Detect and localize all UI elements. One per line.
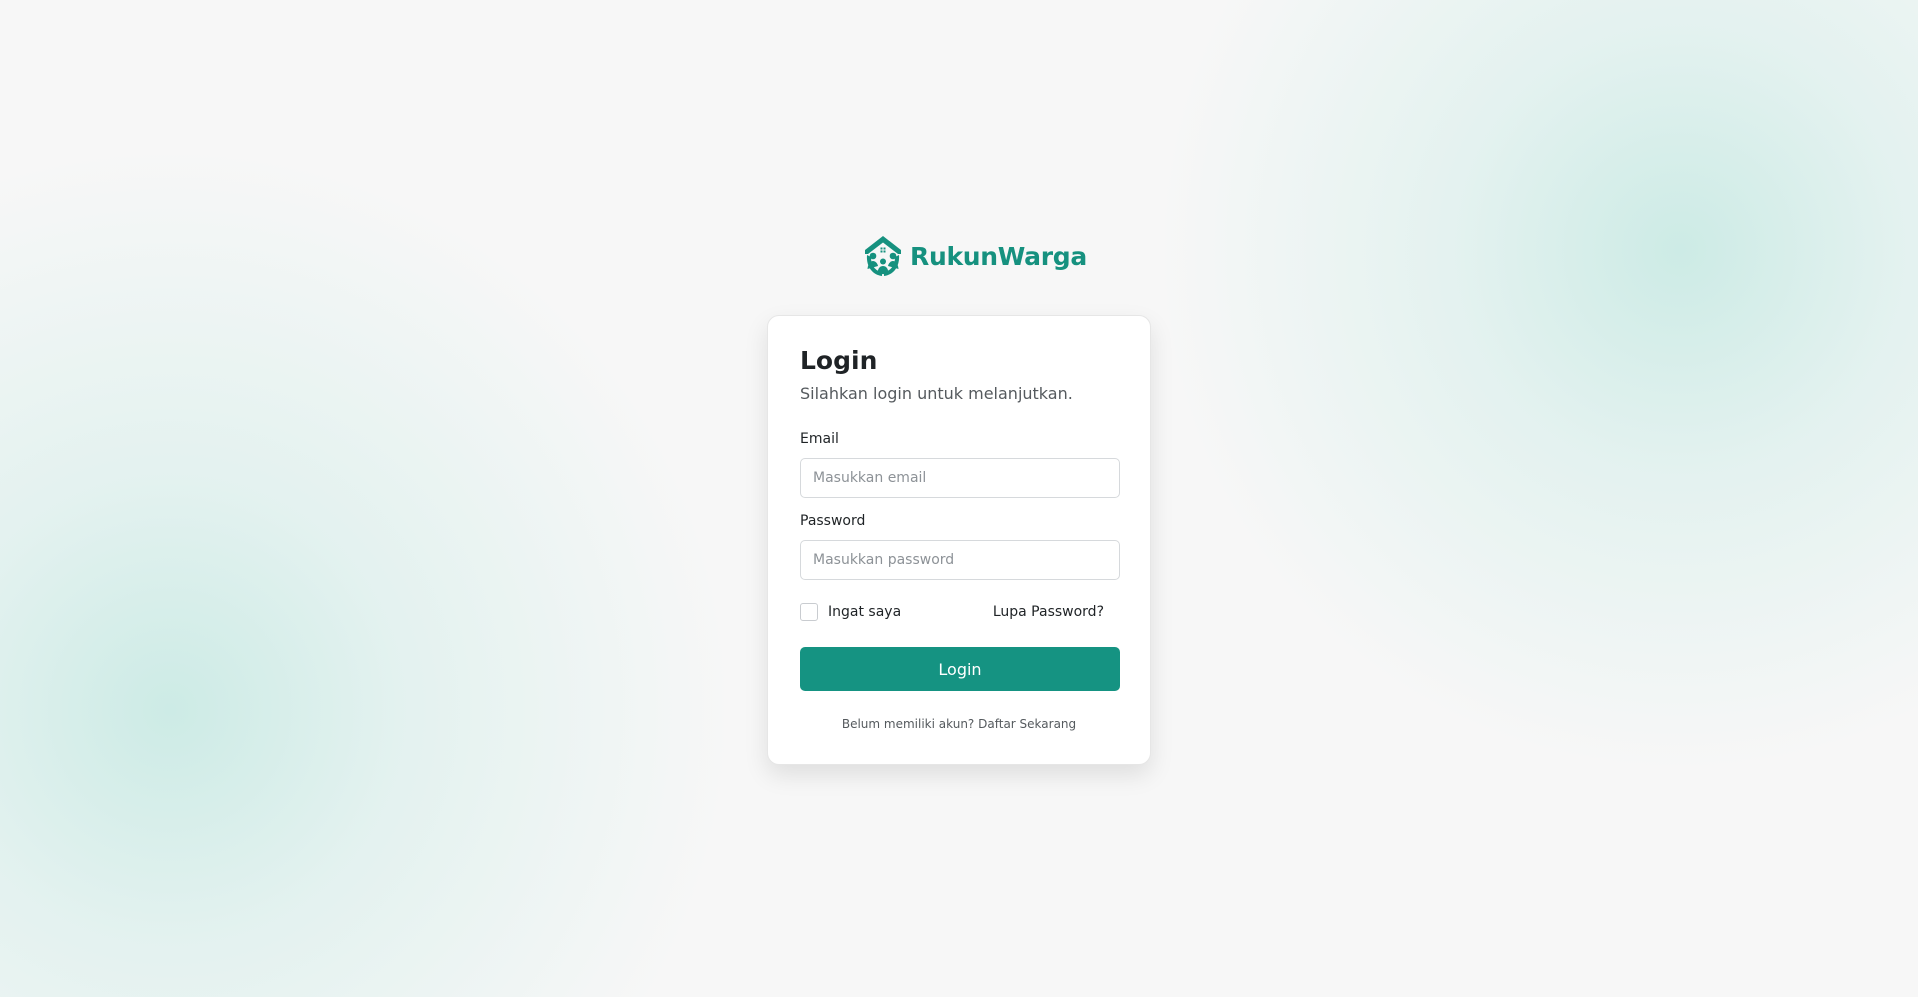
register-prompt-text: Belum memiliki akun? [841, 717, 975, 731]
register-prompt: Belum memiliki akun? Daftar Sekarang [768, 717, 1150, 731]
login-card: Login Silahkan login untuk melanjutkan. … [767, 315, 1151, 765]
remember-me[interactable]: Ingat saya [800, 603, 901, 621]
brand-logo: RukunWarga [862, 233, 1087, 279]
email-field[interactable] [800, 458, 1120, 498]
remember-me-checkbox[interactable] [800, 603, 818, 621]
login-button[interactable]: Login [800, 647, 1120, 691]
login-subtitle: Silahkan login untuk melanjutkan. [800, 384, 1073, 403]
house-people-icon [862, 234, 904, 278]
brand-name: RukunWarga [910, 241, 1087, 271]
email-label: Email [800, 431, 839, 447]
remember-me-label: Ingat saya [828, 604, 902, 620]
password-field[interactable] [800, 540, 1120, 580]
login-title: Login [800, 346, 878, 375]
password-label: Password [800, 513, 866, 529]
register-link[interactable]: Daftar Sekarang [978, 717, 1076, 731]
forgot-password-link[interactable]: Lupa Password? [993, 604, 1104, 620]
